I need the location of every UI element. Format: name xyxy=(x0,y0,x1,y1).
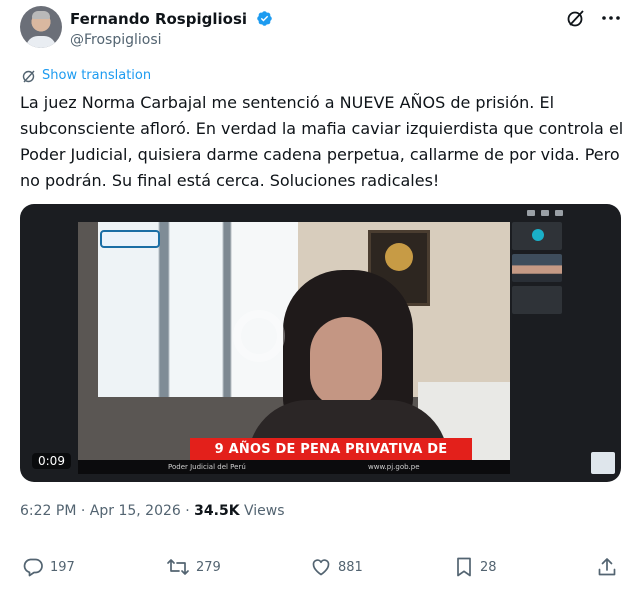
translate-globe-icon xyxy=(22,70,35,82)
avatar-shirt xyxy=(26,36,56,48)
author-display-name[interactable]: Fernando Rospigliosi xyxy=(70,10,247,28)
reply-button[interactable]: 197 xyxy=(22,556,75,578)
show-translation-label[interactable]: Show translation xyxy=(42,68,151,83)
participant-thumbnails xyxy=(512,222,564,318)
repost-count: 279 xyxy=(196,559,221,575)
tweet-text: La juez Norma Carbajal me sentenció a NU… xyxy=(20,93,624,190)
broadcast-footer-left: Poder Judicial del Perú xyxy=(168,463,246,471)
frame-window xyxy=(98,222,298,397)
show-translation-link[interactable]: Show translation xyxy=(22,68,151,83)
toolbar-icon xyxy=(541,210,549,216)
tweet-header: Fernando Rospigliosi @Frospigliosi xyxy=(14,6,626,54)
author-avatar[interactable] xyxy=(20,6,62,48)
bookmark-icon xyxy=(457,557,471,577)
action-bar: 197 279 881 28 xyxy=(20,556,626,582)
author-handle[interactable]: @Frospigliosi xyxy=(70,32,273,48)
participant-thumbnail xyxy=(512,254,562,282)
grok-icon[interactable] xyxy=(566,8,586,28)
frame-person-face xyxy=(310,317,382,407)
meta-separator: · xyxy=(80,503,86,519)
share-button[interactable] xyxy=(596,556,618,578)
reply-count: 197 xyxy=(50,559,75,575)
tweet-meta: 6:22 PM · Apr 15, 2026 · 34.5K Views xyxy=(20,503,285,519)
more-options-icon[interactable] xyxy=(600,8,622,28)
like-count: 881 xyxy=(338,559,363,575)
video-frame: 9 AÑOS DE PENA PRIVATIVA DE LIBERTAD xyxy=(78,222,510,460)
tweet-time[interactable]: 6:22 PM xyxy=(20,503,76,519)
like-button[interactable]: 881 xyxy=(310,556,363,578)
meta-separator: · xyxy=(185,503,190,519)
bookmark-button[interactable]: 28 xyxy=(454,556,497,578)
watermark-logo xyxy=(233,310,285,362)
tweet-date[interactable]: Apr 15, 2026 xyxy=(90,503,181,519)
reply-icon xyxy=(23,558,43,577)
avatar-hair xyxy=(32,11,50,19)
bookmark-count: 28 xyxy=(480,559,497,575)
repost-icon xyxy=(167,559,189,575)
video-player[interactable]: 9 AÑOS DE PENA PRIVATIVA DE LIBERTAD Pod… xyxy=(20,204,621,482)
broadcast-footer: Poder Judicial del Perú www.pj.gob.pe xyxy=(78,460,510,474)
video-timecode: 0:09 xyxy=(32,453,71,469)
participant-thumbnail xyxy=(512,222,562,250)
share-icon xyxy=(598,558,616,576)
toolbar-icon xyxy=(555,210,563,216)
verified-badge-icon xyxy=(257,11,272,26)
views-count: 34.5K xyxy=(194,503,240,519)
views-label: Views xyxy=(244,503,285,519)
corner-logo xyxy=(591,452,615,474)
repost-button[interactable]: 279 xyxy=(166,556,221,578)
toolbar-icon xyxy=(527,210,535,216)
lower-third-banner: 9 AÑOS DE PENA PRIVATIVA DE LIBERTAD xyxy=(190,438,472,460)
video-call-toolbar xyxy=(527,210,563,216)
broadcast-logo xyxy=(100,230,160,248)
participant-thumbnail xyxy=(512,286,562,314)
heart-icon xyxy=(312,559,330,576)
broadcast-footer-right: www.pj.gob.pe xyxy=(368,463,420,471)
author-name-block[interactable]: Fernando Rospigliosi @Frospigliosi xyxy=(70,8,273,48)
